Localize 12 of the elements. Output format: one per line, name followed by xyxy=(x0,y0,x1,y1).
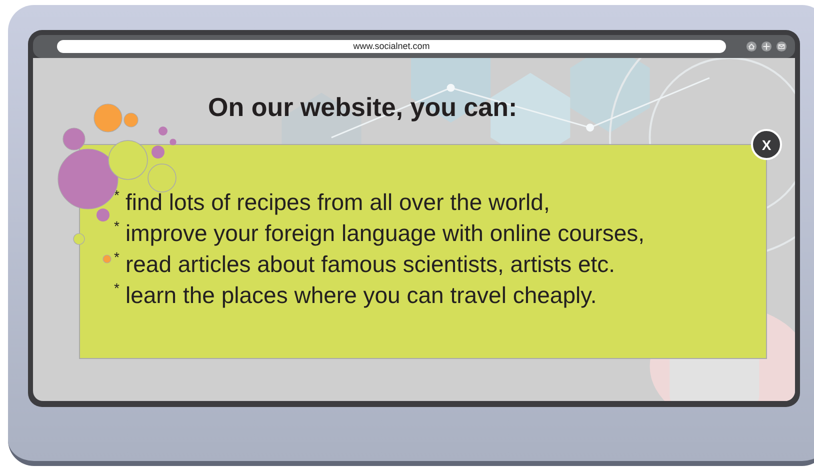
bullet-marker: * xyxy=(114,280,120,296)
bullet-marker: * xyxy=(114,249,120,265)
address-bar[interactable]: www.socialnet.com xyxy=(57,40,726,53)
list-item-text: read articles about famous scientists, artists etc. xyxy=(125,250,616,279)
mail-icon[interactable] xyxy=(776,41,787,52)
home-icon[interactable] xyxy=(746,41,757,52)
list-item-text: find lots of recipes from all over the world, xyxy=(125,188,550,217)
list-item-text: improve your foreign language with online courses, xyxy=(125,219,645,248)
bullet-marker: * xyxy=(114,218,120,234)
move-icon[interactable] xyxy=(761,41,772,52)
heading: On our website, you can: xyxy=(208,91,518,124)
list-item-text: learn the places where you can travel cheaply. xyxy=(125,281,597,310)
